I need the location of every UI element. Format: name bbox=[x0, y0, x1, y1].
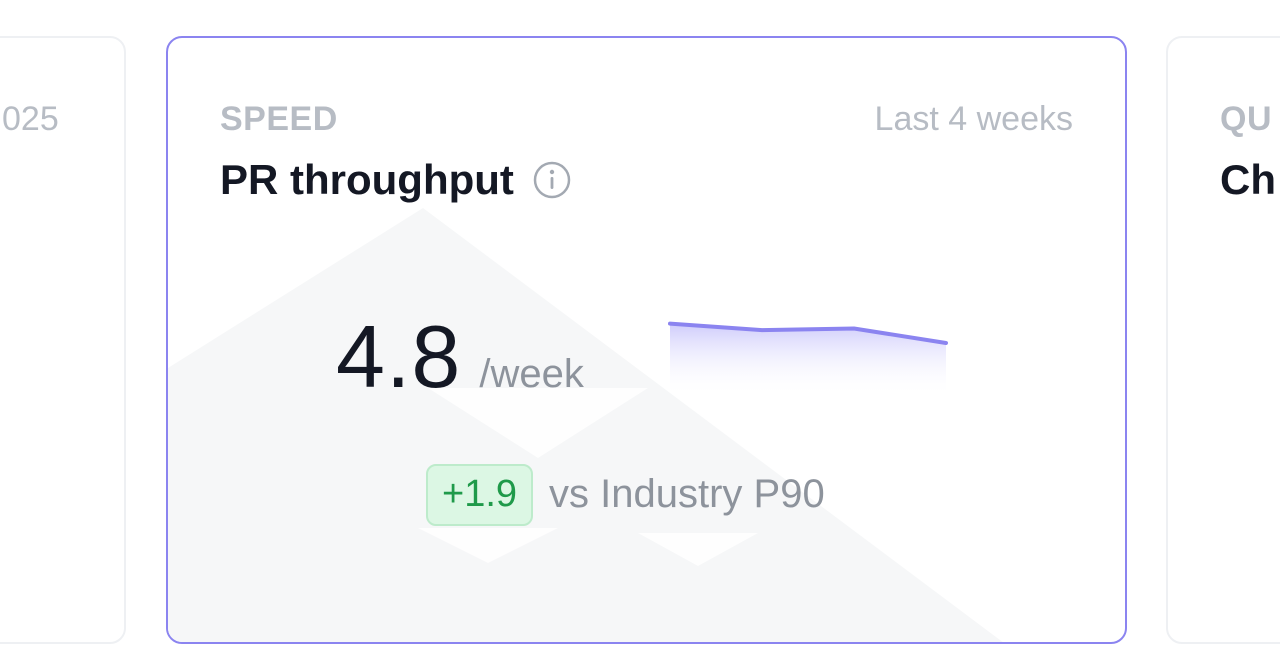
metric-card-next[interactable]: QU Ch bbox=[1166, 36, 1280, 644]
benchmark-comparison: +1.9 vs Industry P90 bbox=[426, 464, 825, 526]
card-title-row: PR throughput bbox=[220, 156, 572, 204]
card-title: PR throughput bbox=[220, 156, 514, 203]
next-card-title: Ch bbox=[1220, 156, 1276, 203]
metric-value: 4.8 bbox=[336, 307, 462, 406]
metric-card-previous[interactable]: 025 bbox=[0, 36, 126, 644]
metric-card-pr-throughput[interactable]: SPEED Last 4 weeks PR throughput 4.8 /we… bbox=[166, 36, 1127, 644]
metric-unit: /week bbox=[479, 352, 584, 396]
next-card-category-label: QU bbox=[1220, 100, 1272, 138]
card-period-label: Last 4 weeks bbox=[874, 100, 1073, 138]
metrics-carousel: 025 SPEED Last 4 weeks PR throughput 4.8… bbox=[0, 0, 1280, 669]
metric-display: 4.8 /week bbox=[336, 306, 584, 408]
benchmark-label: vs Industry P90 bbox=[549, 472, 825, 517]
delta-badge: +1.9 bbox=[426, 464, 534, 526]
previous-card-partial-text: 025 bbox=[2, 100, 59, 138]
card-category-label: SPEED bbox=[220, 100, 338, 138]
trend-sparkline bbox=[668, 321, 948, 396]
info-icon[interactable] bbox=[532, 160, 572, 200]
